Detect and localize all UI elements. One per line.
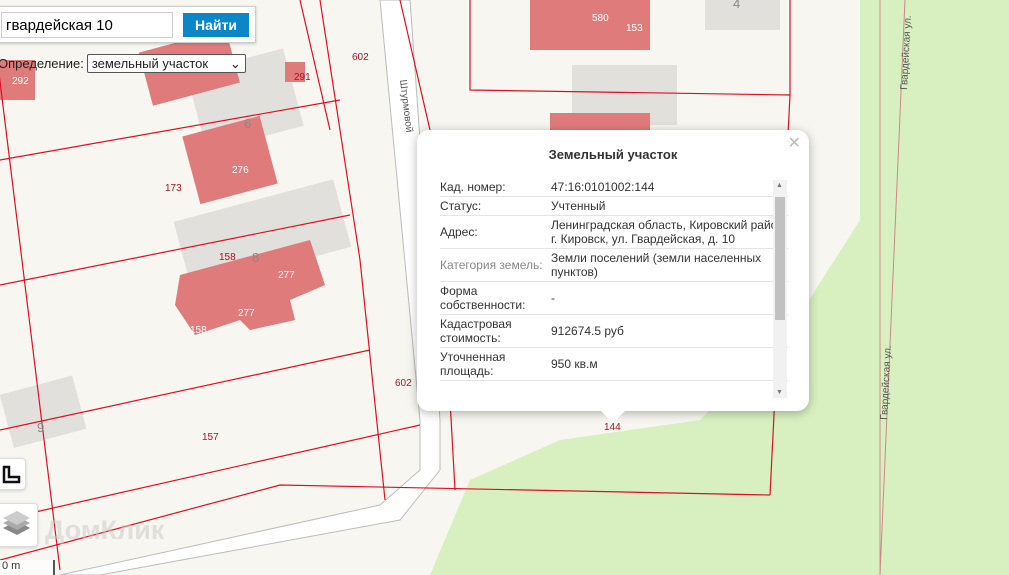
row-key: Кадастровая стоимость: — [440, 317, 512, 345]
parcel-label: 276 — [232, 165, 249, 176]
row-key: Адрес: — [440, 225, 478, 239]
domclick-watermark: ДомКлик — [45, 515, 165, 545]
row-value: 912674.5 руб — [551, 324, 624, 338]
scroll-up-icon[interactable]: ▲ — [776, 182, 783, 189]
definition-selected: земельный участок — [91, 56, 209, 71]
scroll-down-icon[interactable]: ▼ — [776, 389, 783, 396]
parcel-info-table: Кад. номер: 47:16:0101002:144 Статус: Учте… — [440, 178, 788, 396]
popup-title: Земельный участок — [548, 147, 678, 162]
parcel-label: 144 — [604, 422, 621, 433]
table-row: Категория земель: Земли поселений (земли … — [440, 249, 788, 282]
scrollbar-thumb[interactable] — [775, 197, 785, 320]
layers-button[interactable] — [0, 503, 38, 547]
row-value: Учтенный — [551, 199, 606, 213]
search-button[interactable]: Найти — [183, 13, 249, 37]
definition-label: Определение: — [0, 56, 84, 71]
row-value: 950 кв.м — [551, 357, 598, 371]
parcel-label: 602 — [352, 52, 369, 63]
row-key: Кад. номер: — [440, 180, 506, 194]
parcel-label: 277 — [278, 270, 295, 281]
ruler-icon — [2, 465, 21, 484]
table-row: Кад. номер: 47:16:0101002:144 — [440, 178, 788, 197]
table-row: Статус: Учтенный — [440, 197, 788, 216]
parcel-label: 153 — [626, 23, 643, 34]
chevron-down-icon: ⌄ — [229, 55, 241, 71]
parcel-label: 173 — [165, 183, 182, 194]
house-number: 8 — [252, 250, 259, 265]
house-number: 6 — [244, 116, 251, 131]
table-row: Адрес: Ленинградская область, Кировский р… — [440, 216, 788, 249]
parcel-label: 277 — [238, 308, 255, 319]
scale-bar: 0 m — [0, 560, 55, 575]
ruler-button[interactable] — [0, 458, 26, 490]
parcel-label: 580 — [592, 13, 609, 24]
search-panel: Найти — [0, 6, 256, 43]
popup-scrollbar[interactable]: ▲ ▼ — [773, 180, 787, 398]
parcel-label: 602 — [395, 378, 412, 389]
definition-select[interactable]: земельный участок ⌄ — [86, 54, 246, 73]
row-value: Земли поселений (земли населенных пункто… — [551, 251, 762, 279]
table-row: Форма собственности: - — [440, 282, 788, 315]
row-key: Форма собственности: — [440, 284, 526, 312]
house-number: 9 — [37, 420, 44, 435]
row-key: Категория земель: — [440, 258, 543, 272]
parcel-label: 158 — [219, 252, 236, 263]
row-key: Уточненная площадь: — [440, 350, 506, 378]
layers-icon — [3, 511, 30, 535]
row-value: 47:16:0101002:144 — [551, 180, 655, 194]
row-value: - — [551, 291, 555, 305]
search-input[interactable] — [1, 12, 173, 38]
table-row: Кадастровая стоимость: 912674.5 руб — [440, 315, 788, 348]
parcel-label: 157 — [202, 432, 219, 443]
row-value: Ленинградская область, Кировский район, … — [551, 218, 788, 246]
parcel-label: 291 — [294, 72, 311, 83]
parcel-label: 292 — [12, 76, 29, 87]
house-number: 4 — [733, 0, 740, 11]
parcel-label: 158 — [190, 325, 207, 336]
row-key: Статус: — [440, 199, 482, 213]
table-row: Уточненная площадь: 950 кв.м — [440, 348, 788, 381]
parcel-popup: ✕ Земельный участок Кад. номер: 47:16:010… — [417, 130, 809, 423]
definition-row: Определение: земельный участок ⌄ — [0, 54, 246, 73]
